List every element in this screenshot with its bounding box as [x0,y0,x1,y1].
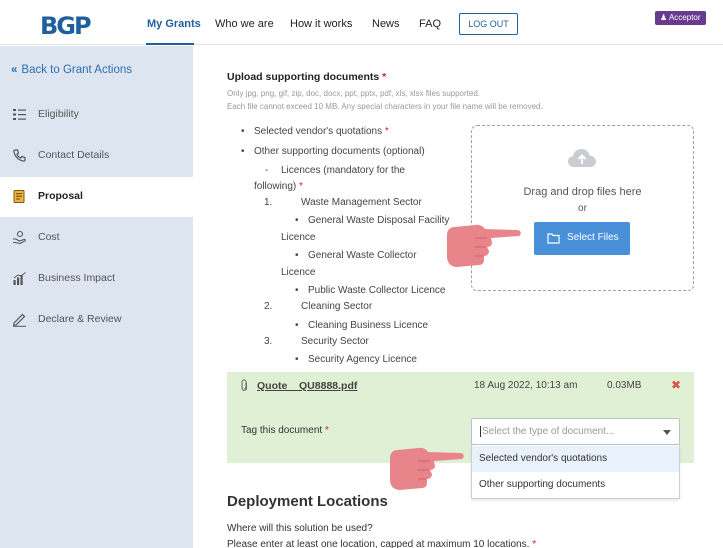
sidebar-item-declare-review[interactable]: Declare & Review [0,300,193,340]
sidebar-item-label: Cost [38,231,60,243]
licence-public-waste-collector: Public Waste Collector Licence [295,285,446,296]
select-files-label: Select Files [567,232,619,243]
caret-down-icon [663,430,671,435]
licence-general-waste-disposal-cont: Licence [281,232,316,243]
sidebar: «Back to Grant Actions Eligibility Conta… [0,46,193,548]
licence-general-waste-disposal: General Waste Disposal Facility [295,215,449,226]
doc-licences-line1: Licences (mandatory for the [281,165,405,176]
bgp-logo[interactable]: BGP [40,12,92,40]
required-asterisk: * [299,181,303,192]
sidebar-item-label: Eligibility [38,108,79,120]
sidebar-item-label: Contact Details [38,149,110,161]
nav-my-grants[interactable]: My Grants [147,18,201,30]
doc-vendor-quotations-text: Selected vendor's quotations [254,126,383,137]
sidebar-item-label: Declare & Review [38,313,122,325]
nav-who-we-are[interactable]: Who we are [215,18,274,30]
waste-management-sector: Waste Management Sector [301,197,422,208]
deployment-instruction: Please enter at least one location, capp… [227,539,536,548]
doc-licences-line2-text: following) [254,181,297,192]
dropzone-or-text: or [578,203,587,214]
pointing-hand-icon [447,224,521,267]
sidebar-item-business-impact[interactable]: Business Impact [0,259,193,299]
option-other-supporting-documents[interactable]: Other supporting documents [472,472,679,498]
upload-hint-file-types: Only jpg, png, gif, zip, doc, docx, ppt,… [227,89,481,98]
licence-cleaning-business: Cleaning Business Licence [295,320,428,331]
folder-icon [547,233,560,244]
required-asterisk: * [382,71,387,83]
select-files-button[interactable]: Select Files [534,222,630,255]
paperclip-icon [241,379,247,391]
bar-chart-icon [13,272,26,285]
deployment-locations-title: Deployment Locations [227,493,388,510]
back-to-grant-actions-link[interactable]: «Back to Grant Actions [11,64,132,76]
phone-icon [13,149,26,162]
required-asterisk: * [384,126,389,137]
active-nav-underline [146,43,194,45]
doc-vendor-quotations: Selected vendor's quotations * [241,126,389,137]
tag-document-label-text: Tag this document [241,425,323,436]
user-icon: ♟ [660,13,668,22]
nav-how-it-works[interactable]: How it works [290,18,352,30]
money-hand-icon [13,230,26,245]
sidebar-item-eligibility[interactable]: Eligibility [0,95,193,135]
sidebar-item-cost[interactable]: Cost [0,218,193,258]
licence-security-agency: Security Agency Licence [295,354,417,365]
remove-file-icon[interactable]: ✖ [671,378,681,392]
sidebar-item-proposal[interactable]: Proposal [0,177,193,217]
sidebar-item-label: Business Impact [38,272,116,284]
list-number-2: 2. [264,301,273,312]
doc-licences-line2: following) * [254,181,303,192]
licence-general-waste-collector: General Waste Collector [295,250,417,261]
upload-section-title: Upload supporting documents * [227,71,386,83]
security-sector: Security Sector [301,336,369,347]
document-type-dropdown: Selected vendor's quotations Other suppo… [471,445,680,499]
upload-title-text: Upload supporting documents [227,71,380,83]
document-type-placeholder: Select the type of document... [480,426,615,437]
drag-drop-text: Drag and drop files here [523,186,642,198]
list-number-1: 1. [264,197,273,208]
cleaning-sector: Cleaning Sector [301,301,373,312]
list-number-3: 3. [264,336,273,347]
list-icon [13,109,26,120]
sidebar-item-label: Proposal [38,190,83,202]
tag-document-label: Tag this document * [241,425,329,436]
logout-button[interactable]: LOG OUT [459,13,518,35]
nav-faq[interactable]: FAQ [419,18,441,30]
deployment-question: Where will this solution be used? [227,523,373,534]
double-chevron-left-icon: « [11,64,18,76]
deployment-instruction-text: Please enter at least one location, capp… [227,539,530,548]
back-link-label: Back to Grant Actions [21,64,132,76]
uploaded-file-date: 18 Aug 2022, 10:13 am [474,380,578,391]
doc-other-supporting: Other supporting documents (optional) [241,146,425,157]
sidebar-item-contact-details[interactable]: Contact Details [0,136,193,176]
option-vendor-quotations[interactable]: Selected vendor's quotations [472,446,679,472]
licences-dash: - [265,165,269,176]
pen-icon [13,313,26,327]
required-asterisk: * [324,425,329,436]
role-badge[interactable]: ♟ Acceptor [655,11,706,25]
licence-general-waste-collector-cont: Licence [281,267,316,278]
uploaded-file-size: 0.03MB [607,380,642,391]
nav-news[interactable]: News [372,18,400,30]
pointing-hand-icon [390,447,464,490]
cloud-upload-icon [568,149,596,167]
uploaded-file-link[interactable]: Quote__QU8888.pdf [257,380,357,392]
proposal-doc-icon [13,190,25,203]
document-type-select[interactable]: Select the type of document... [471,418,680,445]
top-header: BGP My Grants Who we are How it works Ne… [0,0,723,45]
required-asterisk: * [532,539,537,548]
role-badge-label: Acceptor [668,13,701,22]
upload-hint-file-size: Each file cannot exceed 10 MB. Any speci… [227,102,543,111]
